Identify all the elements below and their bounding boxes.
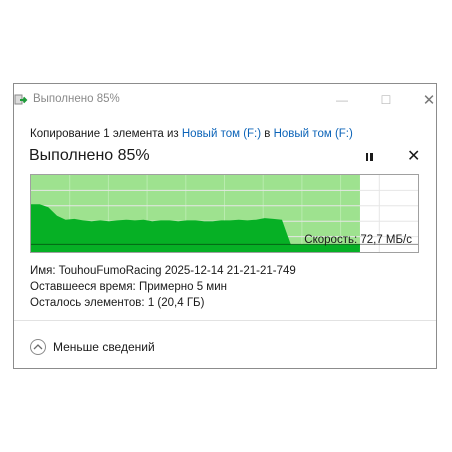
copy-prefix: Копирование 1 элемента из bbox=[30, 128, 179, 140]
destination-link[interactable]: Новый том (F:) bbox=[274, 128, 353, 140]
file-name-row: Имя: TouhouFumoRacing 2025-12-14 21-21-2… bbox=[30, 265, 296, 277]
time-remaining-row: Оставшееся время: Примерно 5 мин bbox=[30, 281, 227, 293]
file-name-label: Имя: bbox=[30, 265, 56, 277]
copy-progress-window: Выполнено 85% — ☐ ✕ Копирование 1 элемен… bbox=[13, 83, 437, 369]
time-remaining-value: Примерно 5 мин bbox=[138, 281, 227, 293]
speed-graph: Скорость: 72,7 МБ/с bbox=[30, 174, 419, 253]
items-remaining-row: Осталось элементов: 1 (20,4 ГБ) bbox=[30, 297, 204, 309]
source-link[interactable]: Новый том (F:) bbox=[182, 128, 261, 140]
maximize-button[interactable]: ☐ bbox=[376, 90, 396, 110]
title-bar: Выполнено 85% — ☐ ✕ bbox=[14, 84, 436, 116]
copy-app-icon bbox=[14, 93, 30, 107]
items-remaining-value: 1 (20,4 ГБ) bbox=[147, 297, 205, 309]
window-title: Выполнено 85% bbox=[33, 93, 120, 105]
speed-label: Скорость: 72,7 МБ/с bbox=[304, 234, 412, 246]
items-remaining-label: Осталось элементов: bbox=[30, 297, 145, 309]
pause-button[interactable] bbox=[362, 150, 376, 164]
progress-heading: Выполнено 85% bbox=[29, 147, 150, 164]
divider bbox=[14, 320, 436, 321]
cancel-copy-button[interactable]: ✕ bbox=[407, 146, 420, 166]
time-remaining-label: Оставшееся время: bbox=[30, 281, 136, 293]
chevron-up-icon bbox=[30, 339, 46, 355]
pause-icon bbox=[365, 153, 368, 161]
copy-connector: в bbox=[264, 128, 271, 140]
file-name-value: TouhouFumoRacing 2025-12-14 21-21-21-749 bbox=[58, 265, 296, 277]
minimize-button[interactable]: — bbox=[332, 90, 352, 110]
copy-description: Копирование 1 элемента из Новый том (F:)… bbox=[30, 128, 353, 140]
fewer-details-label: Меньше сведений bbox=[53, 340, 155, 354]
window-close-button[interactable]: ✕ bbox=[419, 90, 439, 110]
pause-icon-bar bbox=[370, 153, 373, 161]
fewer-details-button[interactable]: Меньше сведений bbox=[30, 337, 155, 357]
